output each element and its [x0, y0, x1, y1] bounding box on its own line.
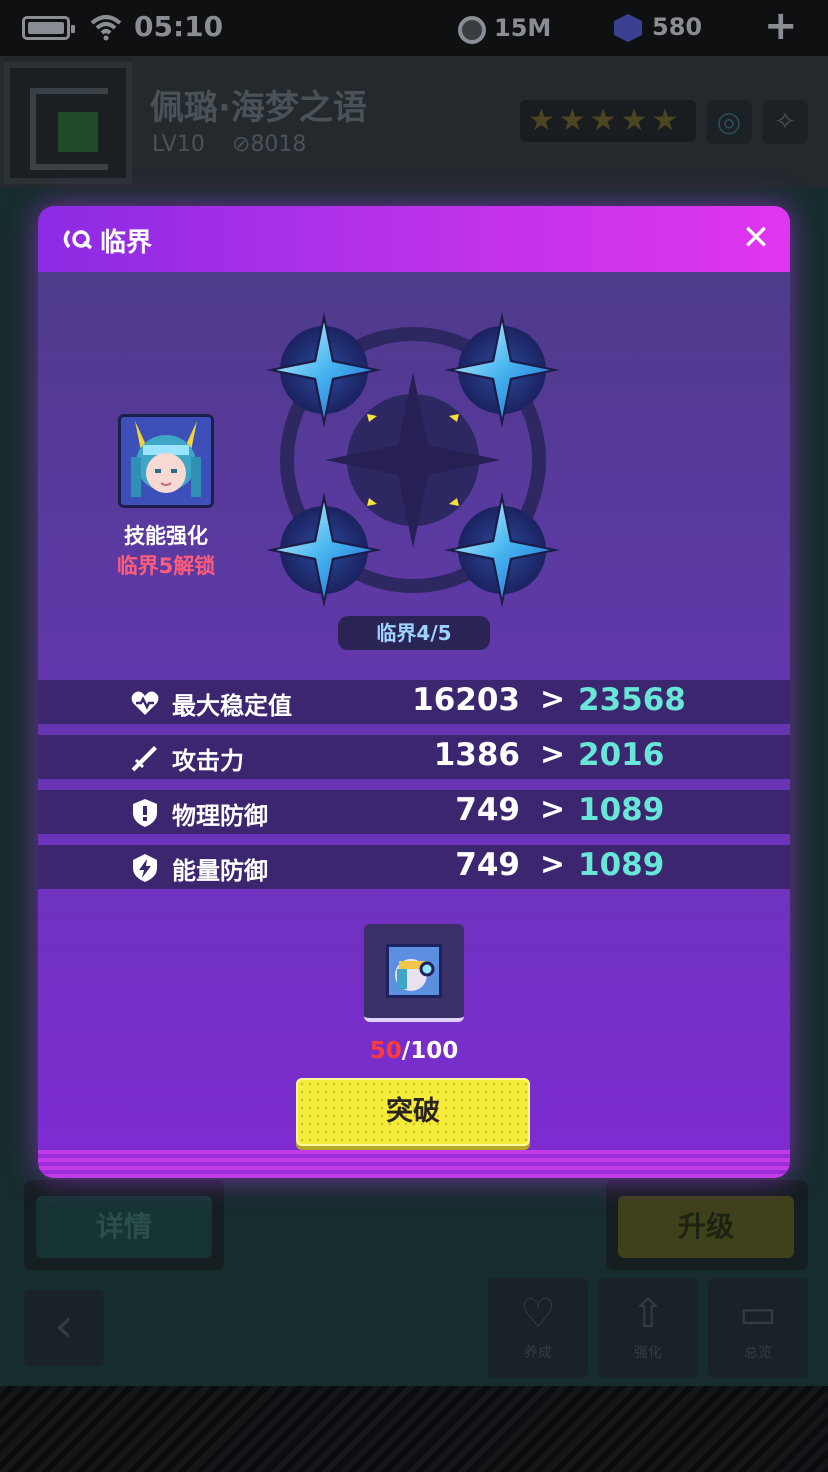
- stat-name: 最大稳定值: [172, 692, 292, 720]
- critical-logo-icon: [63, 229, 93, 250]
- element-icon: ◎: [706, 100, 752, 144]
- modal-title: 临界: [100, 228, 153, 258]
- heart-icon: [131, 691, 159, 715]
- stat-row-attack: 攻击力 1386 > 2016: [38, 735, 790, 779]
- stat-current: 749: [455, 847, 520, 883]
- gem-icon: [614, 14, 642, 42]
- wifi-icon: [90, 15, 122, 41]
- stat-name: 物理防御: [172, 802, 268, 830]
- stat-next: 23568: [578, 682, 686, 718]
- stat-row-energy-defense: 能量防御 749 > 1089: [38, 845, 790, 889]
- chevron-right-icon: >: [540, 792, 566, 827]
- star-rating: ★★★★★: [520, 100, 696, 142]
- material-have: 50: [369, 1038, 402, 1064]
- modal-header: 临界 ✕: [38, 206, 790, 272]
- breakthrough-material[interactable]: [364, 924, 464, 1022]
- stat-row-physical-defense: 物理防御 749 > 1089: [38, 790, 790, 834]
- character-pixel-portrait-icon: [121, 417, 211, 505]
- star-crystal-2-icon[interactable]: [444, 312, 560, 428]
- coin-icon: [458, 16, 486, 44]
- battery-icon: [22, 16, 75, 40]
- chevron-right-icon: >: [540, 682, 566, 717]
- character-fragment-icon: [389, 947, 439, 995]
- role-icon: ✧: [762, 100, 808, 144]
- stat-current: 749: [455, 792, 520, 828]
- critical-modal: 临界 ✕ 技能强化 临界5解锁 临界4/5 最大稳定值 16203 > 2356…: [38, 206, 790, 1178]
- stat-current: 1386: [433, 737, 520, 773]
- character-name: 佩璐·海梦之语: [150, 88, 367, 128]
- stat-next: 1089: [578, 792, 665, 828]
- bottom-hatch-bar: [0, 1386, 828, 1472]
- material-fragment-icon: [386, 944, 442, 998]
- stat-name: 能量防御: [172, 857, 268, 885]
- power-value: 8018: [250, 132, 307, 157]
- clock-time: 05:10: [134, 10, 224, 43]
- material-count: 50/100: [338, 1038, 490, 1064]
- sword-icon: [131, 746, 157, 772]
- star-crystal-3-icon[interactable]: [266, 492, 382, 608]
- critical-level-indicator: 临界4/5: [338, 616, 490, 650]
- stat-row-max-stability: 最大稳定值 16203 > 23568: [38, 680, 790, 724]
- skill-reward-label: 技能强化: [124, 524, 208, 548]
- stat-current: 16203: [412, 682, 520, 718]
- stat-next: 2016: [578, 737, 665, 773]
- star-crystal-1-icon[interactable]: [266, 312, 382, 428]
- breakthrough-button[interactable]: 突破: [296, 1078, 530, 1146]
- material-need: /100: [401, 1038, 459, 1064]
- coin-count: 15M: [494, 14, 552, 42]
- add-currency-button[interactable]: +: [764, 6, 798, 46]
- gem-count: 580: [652, 13, 703, 41]
- stat-name: 攻击力: [172, 747, 244, 775]
- skill-unlock-requirement: 临界5解锁: [116, 554, 216, 578]
- character-level: LV10: [152, 132, 205, 157]
- game-screen: 05:10 15M 580 + 佩璐·海梦之语 LV10 ⊘8018 ★★★★★…: [0, 0, 828, 1472]
- star-crystal-4-icon[interactable]: [444, 492, 560, 608]
- modal-footer-stripes: [38, 1150, 790, 1178]
- chevron-right-icon: >: [540, 737, 566, 772]
- status-bar: 05:10 15M 580 +: [0, 0, 828, 56]
- close-button[interactable]: ✕: [738, 218, 774, 258]
- skill-character-portrait: [118, 414, 214, 508]
- energy-shield-icon: [133, 854, 157, 882]
- shield-icon: [133, 799, 157, 827]
- stat-next: 1089: [578, 847, 665, 883]
- character-class-avatar: [4, 62, 132, 184]
- character-power: ⊘8018: [232, 132, 307, 157]
- critical-star-ring: [266, 312, 560, 608]
- chevron-right-icon: >: [540, 847, 566, 882]
